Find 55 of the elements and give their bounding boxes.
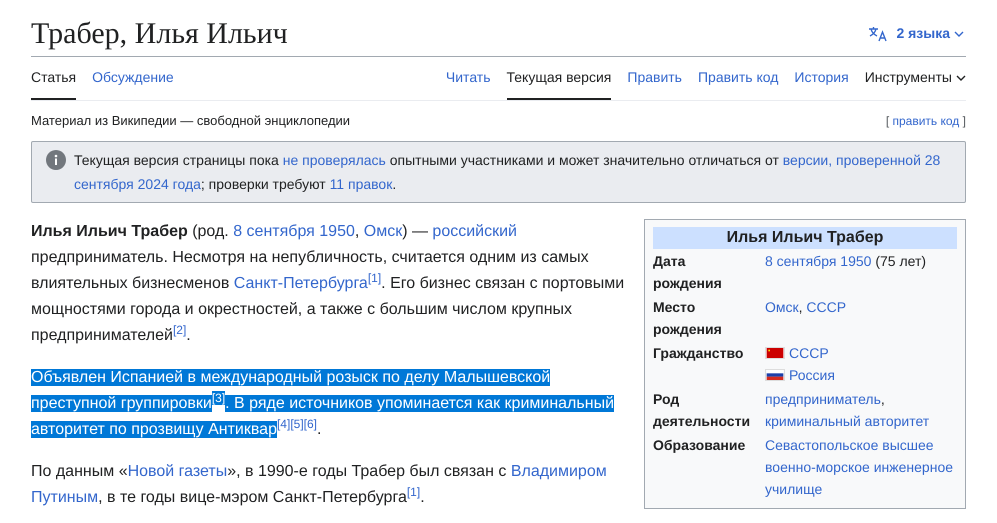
text-link[interactable]: Санкт-Петербурга — [234, 274, 368, 292]
reference-link[interactable]: [1] — [368, 270, 382, 284]
text-link[interactable]: 11 правок — [330, 176, 392, 192]
flag-icon — [765, 368, 785, 380]
text-link[interactable]: версии, проверенной 28 — [782, 152, 940, 168]
reference-link[interactable]: [5] — [290, 416, 304, 430]
text-link[interactable]: криминальный авторитет — [765, 412, 930, 428]
reference-link[interactable]: [2] — [172, 322, 186, 336]
view-tab[interactable]: История — [794, 57, 849, 100]
view-tab[interactable]: Править код — [698, 57, 778, 100]
flag-icon — [765, 346, 785, 358]
view-tab[interactable]: Читать — [446, 57, 490, 100]
view-tab[interactable]: Текущая версия — [506, 57, 612, 100]
reference-link[interactable]: [6] — [304, 416, 317, 430]
info-icon — [46, 150, 66, 170]
text-link[interactable]: 8 сентября 1950 — [233, 222, 355, 240]
tools-menu[interactable]: Инструменты — [864, 57, 966, 100]
page-tab[interactable]: Статья — [31, 57, 76, 100]
text-link[interactable]: Севастопольское высшее военно-морское инженерное училище — [765, 434, 957, 500]
infobox-label: Образование — [653, 436, 746, 455]
reference-link[interactable]: [3] — [212, 390, 226, 404]
language-button[interactable]: 2 языка — [868, 23, 964, 44]
text-link[interactable]: СССР — [806, 298, 846, 314]
view-tab[interactable]: Править — [627, 57, 682, 100]
text-link[interactable]: предприниматель — [765, 390, 881, 406]
chevron-down-icon — [954, 30, 964, 36]
article-paragraph: По данным «Новой газеты», в 1990-е годы Трабер был связан с Владимиром Путиным, в те годы вице-мэром Санкт-Петербурга$^{[1]}$. — [31, 462, 608, 508]
reference-link[interactable]: [1] — [406, 484, 420, 498]
text-link[interactable]: сентября 2024 года — [74, 176, 201, 192]
text-link[interactable]: Омск — [364, 222, 402, 240]
text-link[interactable]: 8 сентября 1950 — [765, 252, 872, 268]
page-tab[interactable]: Обсуждение — [92, 57, 174, 100]
text-link[interactable]: не проверялась — [282, 152, 386, 168]
text-link[interactable]: Россия — [789, 364, 835, 386]
infobox: Илья Ильич Трабер Дата рождения 8 сентября 1950 (75 лет) Место рождения Омск, СССР Гражданство СССР Россия Род деятельности предприниматель, криминальный авторитет Образование Севастопольское высшее военно-морское инженерное училище — [644, 218, 966, 508]
tagline: Материал из Википедии — свободной энциклопедии — [31, 112, 350, 130]
text-link[interactable]: Путиным — [31, 488, 98, 506]
infobox-title: Илья Ильич Трабер — [653, 226, 957, 248]
infobox-label: Род деятельности — [653, 390, 752, 431]
reference-link[interactable]: [4] — [276, 416, 290, 430]
notice-text: Текущая версия страницы пока не проверялась опытными участниками и может значительно отличаться от версии, проверенной 28 сентября 2024 года; проверки требуют 11 правок. — [74, 150, 942, 194]
infobox-label: Место рождения — [653, 298, 723, 339]
text-link[interactable]: Омск — [765, 298, 799, 314]
text-link[interactable]: Новой газеты — [128, 462, 228, 480]
chevron-down-icon — [956, 74, 966, 80]
article-paragraph: Илья Ильич Трабер (род. 8 сентября 1950, Омск) — российский предприниматель. Несмотря на непубличность, считается одним из самых влиятельных бизнесменов Санкт-Петербурга$^{[1]}$. Его бизнес связан с портовыми мощностями города и окрестностей, а также с большим числом крупных предпринимателей$^{[2]}$. — [31, 222, 626, 346]
infobox-label: Гражданство — [653, 344, 744, 363]
edit-source-link[interactable]: править код — [892, 114, 960, 128]
text-link[interactable]: российский — [432, 222, 517, 240]
text-link[interactable]: СССР — [789, 342, 829, 364]
edit-source-link-group: [ править код ] — [886, 112, 966, 130]
translate-icon — [868, 26, 888, 42]
text-link[interactable]: Владимиром — [510, 462, 607, 480]
page-title: Трабер, Илья Ильич — [31, 16, 288, 52]
infobox-label: Дата рождения — [653, 252, 723, 293]
